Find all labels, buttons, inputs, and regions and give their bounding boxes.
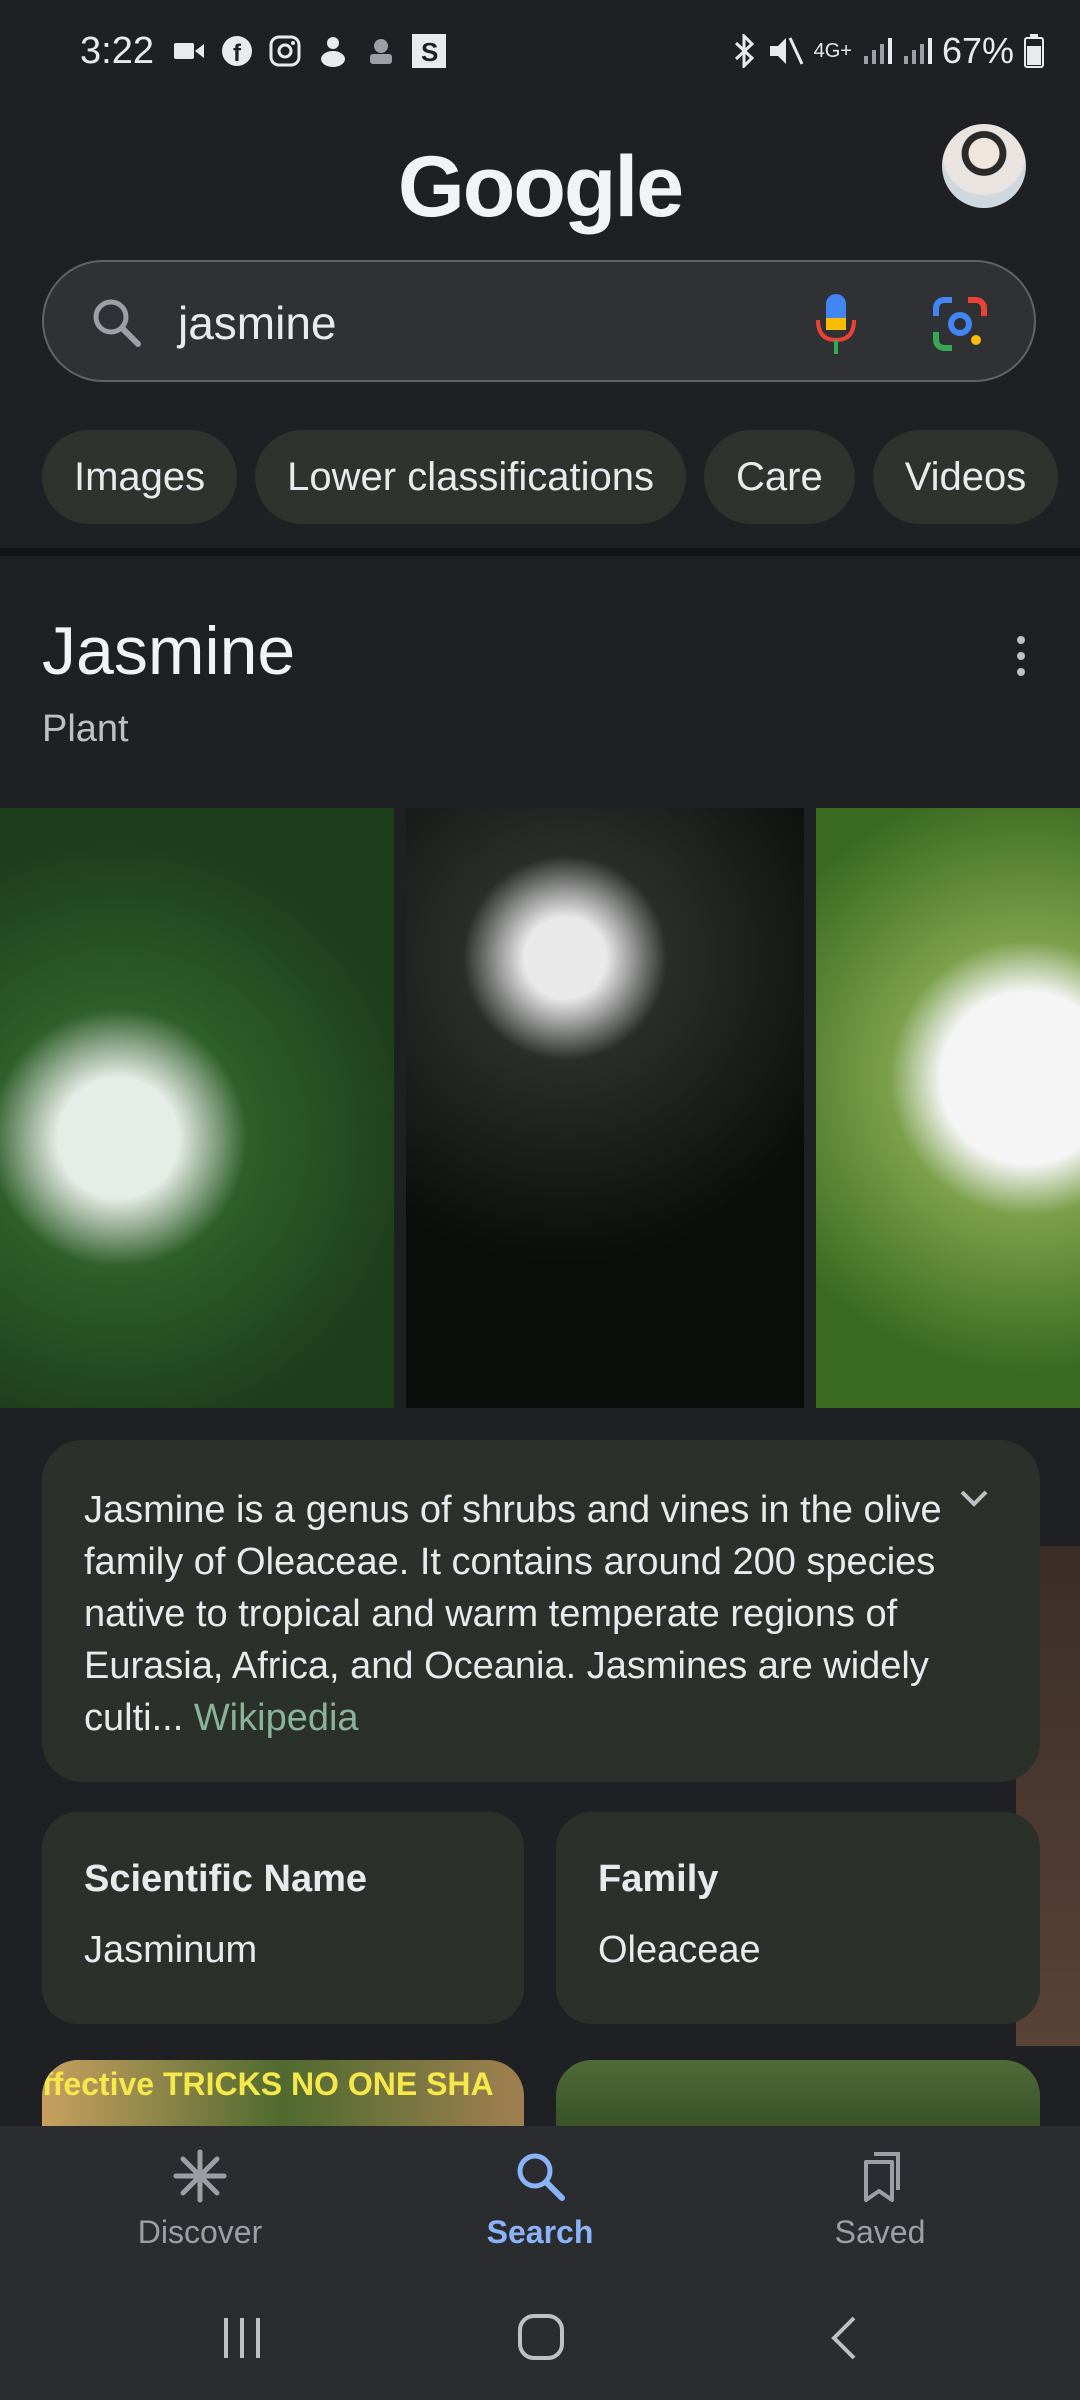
fact-value: Jasminum [84,1929,258,1971]
panel-title: Jasmine [42,613,296,689]
filter-chips: Images Lower classifications Care Videos [42,430,1059,524]
chevron-down-icon[interactable] [956,1480,992,1516]
nav-label: Discover [137,2214,263,2250]
search-icon [93,299,141,347]
svg-text:S: S [421,37,438,67]
nav-label: Saved [834,2214,926,2250]
asterisk-icon [173,2149,227,2203]
app-icon-2 [364,34,398,68]
battery-percent: 67% [941,30,1014,71]
mute-icon [769,37,803,65]
system-icons: 4G+ 67% [732,30,1044,72]
nav-label: Search [486,2214,594,2250]
battery-icon [1024,34,1044,68]
instagram-icon [268,34,302,68]
divider [0,548,1080,556]
google-logo: Google [397,139,684,235]
microphone-icon[interactable] [814,292,858,356]
search-icon [517,2153,565,2201]
signal-icon-2 [903,38,932,64]
bookmarks-icon [864,2152,900,2202]
panel-subtitle: Plant [42,708,129,750]
chip-care[interactable]: Care [704,430,855,524]
jasmine-image-1[interactable] [0,808,394,1408]
avatar[interactable] [942,124,1026,208]
video-camera-icon [172,34,206,68]
network-type: 4G+ [813,39,852,62]
more-options-icon[interactable] [1006,632,1036,682]
recent-apps-icon[interactable] [218,2314,266,2362]
fact-card-scientific-name[interactable]: Scientific Name Jasminum [42,1812,524,2024]
fact-label: Scientific Name [84,1858,367,1900]
fact-label: Family [598,1858,719,1900]
video-thumbnail-text: ffective TRICKS NO ONE SHA [42,2066,494,2102]
notification-icons: f S [172,34,446,68]
svg-text:f: f [233,40,242,67]
nav-saved[interactable]: Saved [760,2148,1000,2251]
description-card[interactable]: Jasmine is a genus of shrubs and vines i… [42,1440,1040,1782]
system-navigation-bar [0,2276,1080,2400]
nav-discover[interactable]: Discover [80,2148,320,2251]
description-text: Jasmine is a genus of shrubs and vines i… [84,1489,942,1739]
clock: 3:22 [80,30,154,72]
search-bar[interactable]: jasmine [42,260,1036,382]
status-bar: 3:22 f S 4G+ 67% [0,0,1080,110]
jasmine-image-3[interactable] [816,808,1080,1408]
signal-icon [863,38,892,64]
search-input[interactable]: jasmine [178,296,337,350]
s-app-icon: S [412,34,446,68]
google-lens-icon[interactable] [932,296,988,352]
jasmine-image-2[interactable] [406,808,804,1408]
fact-card-family[interactable]: Family Oleaceae [556,1812,1040,2024]
chip-lower-classifications[interactable]: Lower classifications [255,430,686,524]
chip-videos[interactable]: Videos [872,430,1059,524]
bottom-nav: Discover Search Saved [0,2126,1080,2276]
chip-images[interactable]: Images [42,430,238,524]
fact-value: Oleaceae [598,1929,761,1971]
back-icon[interactable] [826,2314,860,2362]
home-icon[interactable] [516,2312,566,2362]
app-icon [316,34,350,68]
facebook-icon: f [220,34,254,68]
wikipedia-link[interactable]: Wikipedia [194,1697,359,1739]
nav-search[interactable]: Search [420,2148,660,2251]
bluetooth-icon [734,34,754,68]
